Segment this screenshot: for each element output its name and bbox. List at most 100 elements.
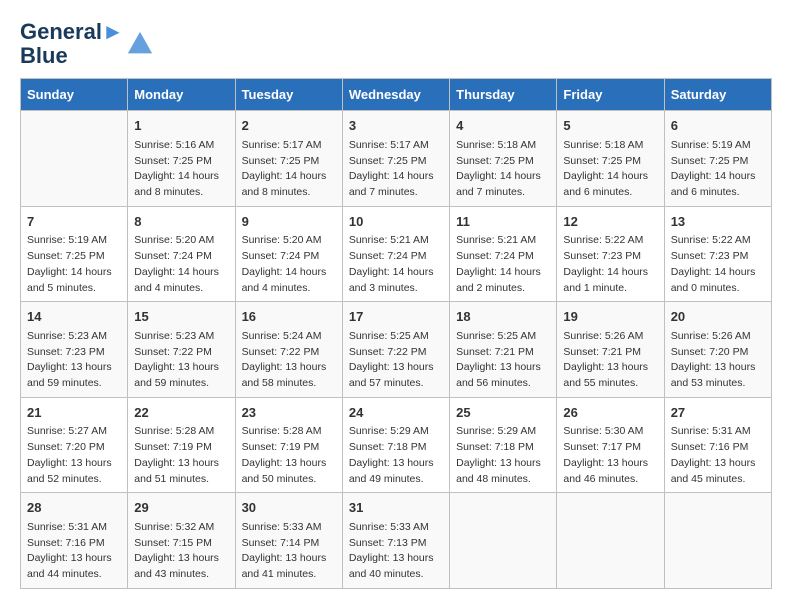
day-info: Sunrise: 5:32 AM Sunset: 7:15 PM Dayligh…: [134, 520, 228, 583]
day-info: Sunrise: 5:20 AM Sunset: 7:24 PM Dayligh…: [134, 233, 228, 296]
calendar-week-3: 14Sunrise: 5:23 AM Sunset: 7:23 PM Dayli…: [21, 302, 772, 398]
day-info: Sunrise: 5:31 AM Sunset: 7:16 PM Dayligh…: [27, 520, 121, 583]
calendar-cell: [557, 493, 664, 589]
day-info: Sunrise: 5:31 AM Sunset: 7:16 PM Dayligh…: [671, 424, 765, 487]
day-number: 14: [27, 307, 121, 327]
day-info: Sunrise: 5:19 AM Sunset: 7:25 PM Dayligh…: [671, 138, 765, 201]
weekday-header-wednesday: Wednesday: [342, 79, 449, 111]
calendar-cell: 12Sunrise: 5:22 AM Sunset: 7:23 PM Dayli…: [557, 206, 664, 302]
calendar-cell: 13Sunrise: 5:22 AM Sunset: 7:23 PM Dayli…: [664, 206, 771, 302]
calendar-cell: 5Sunrise: 5:18 AM Sunset: 7:25 PM Daylig…: [557, 111, 664, 207]
day-info: Sunrise: 5:22 AM Sunset: 7:23 PM Dayligh…: [563, 233, 657, 296]
weekday-header-saturday: Saturday: [664, 79, 771, 111]
day-number: 7: [27, 212, 121, 232]
calendar-cell: 24Sunrise: 5:29 AM Sunset: 7:18 PM Dayli…: [342, 397, 449, 493]
day-number: 24: [349, 403, 443, 423]
day-info: Sunrise: 5:33 AM Sunset: 7:14 PM Dayligh…: [242, 520, 336, 583]
day-info: Sunrise: 5:20 AM Sunset: 7:24 PM Dayligh…: [242, 233, 336, 296]
weekday-row: SundayMondayTuesdayWednesdayThursdayFrid…: [21, 79, 772, 111]
weekday-header-monday: Monday: [128, 79, 235, 111]
weekday-header-sunday: Sunday: [21, 79, 128, 111]
day-info: Sunrise: 5:29 AM Sunset: 7:18 PM Dayligh…: [456, 424, 550, 487]
day-info: Sunrise: 5:24 AM Sunset: 7:22 PM Dayligh…: [242, 329, 336, 392]
page-header: General►Blue: [20, 20, 772, 68]
day-number: 4: [456, 116, 550, 136]
day-info: Sunrise: 5:17 AM Sunset: 7:25 PM Dayligh…: [349, 138, 443, 201]
day-number: 22: [134, 403, 228, 423]
day-number: 6: [671, 116, 765, 136]
calendar-table: SundayMondayTuesdayWednesdayThursdayFrid…: [20, 78, 772, 589]
calendar-cell: 2Sunrise: 5:17 AM Sunset: 7:25 PM Daylig…: [235, 111, 342, 207]
calendar-cell: 22Sunrise: 5:28 AM Sunset: 7:19 PM Dayli…: [128, 397, 235, 493]
calendar-cell: 15Sunrise: 5:23 AM Sunset: 7:22 PM Dayli…: [128, 302, 235, 398]
logo: General►Blue: [20, 20, 154, 68]
day-number: 23: [242, 403, 336, 423]
day-number: 18: [456, 307, 550, 327]
calendar-cell: [450, 493, 557, 589]
calendar-week-1: 1Sunrise: 5:16 AM Sunset: 7:25 PM Daylig…: [21, 111, 772, 207]
day-info: Sunrise: 5:33 AM Sunset: 7:13 PM Dayligh…: [349, 520, 443, 583]
day-number: 10: [349, 212, 443, 232]
day-info: Sunrise: 5:18 AM Sunset: 7:25 PM Dayligh…: [456, 138, 550, 201]
calendar-cell: 19Sunrise: 5:26 AM Sunset: 7:21 PM Dayli…: [557, 302, 664, 398]
day-number: 8: [134, 212, 228, 232]
day-info: Sunrise: 5:16 AM Sunset: 7:25 PM Dayligh…: [134, 138, 228, 201]
calendar-cell: 1Sunrise: 5:16 AM Sunset: 7:25 PM Daylig…: [128, 111, 235, 207]
calendar-cell: 31Sunrise: 5:33 AM Sunset: 7:13 PM Dayli…: [342, 493, 449, 589]
day-number: 3: [349, 116, 443, 136]
day-info: Sunrise: 5:21 AM Sunset: 7:24 PM Dayligh…: [349, 233, 443, 296]
calendar-cell: 18Sunrise: 5:25 AM Sunset: 7:21 PM Dayli…: [450, 302, 557, 398]
logo-text: General►Blue: [20, 20, 124, 68]
calendar-cell: 28Sunrise: 5:31 AM Sunset: 7:16 PM Dayli…: [21, 493, 128, 589]
day-info: Sunrise: 5:25 AM Sunset: 7:22 PM Dayligh…: [349, 329, 443, 392]
weekday-header-tuesday: Tuesday: [235, 79, 342, 111]
day-number: 2: [242, 116, 336, 136]
day-number: 20: [671, 307, 765, 327]
calendar-cell: 27Sunrise: 5:31 AM Sunset: 7:16 PM Dayli…: [664, 397, 771, 493]
day-number: 5: [563, 116, 657, 136]
calendar-header: SundayMondayTuesdayWednesdayThursdayFrid…: [21, 79, 772, 111]
calendar-cell: 29Sunrise: 5:32 AM Sunset: 7:15 PM Dayli…: [128, 493, 235, 589]
calendar-cell: [664, 493, 771, 589]
day-number: 16: [242, 307, 336, 327]
day-number: 19: [563, 307, 657, 327]
calendar-cell: 16Sunrise: 5:24 AM Sunset: 7:22 PM Dayli…: [235, 302, 342, 398]
calendar-week-4: 21Sunrise: 5:27 AM Sunset: 7:20 PM Dayli…: [21, 397, 772, 493]
calendar-week-5: 28Sunrise: 5:31 AM Sunset: 7:16 PM Dayli…: [21, 493, 772, 589]
calendar-body: 1Sunrise: 5:16 AM Sunset: 7:25 PM Daylig…: [21, 111, 772, 589]
calendar-cell: 26Sunrise: 5:30 AM Sunset: 7:17 PM Dayli…: [557, 397, 664, 493]
calendar-cell: 6Sunrise: 5:19 AM Sunset: 7:25 PM Daylig…: [664, 111, 771, 207]
calendar-week-2: 7Sunrise: 5:19 AM Sunset: 7:25 PM Daylig…: [21, 206, 772, 302]
calendar-cell: 30Sunrise: 5:33 AM Sunset: 7:14 PM Dayli…: [235, 493, 342, 589]
day-number: 15: [134, 307, 228, 327]
day-number: 26: [563, 403, 657, 423]
calendar-cell: 20Sunrise: 5:26 AM Sunset: 7:20 PM Dayli…: [664, 302, 771, 398]
day-info: Sunrise: 5:18 AM Sunset: 7:25 PM Dayligh…: [563, 138, 657, 201]
day-info: Sunrise: 5:25 AM Sunset: 7:21 PM Dayligh…: [456, 329, 550, 392]
day-info: Sunrise: 5:23 AM Sunset: 7:23 PM Dayligh…: [27, 329, 121, 392]
day-info: Sunrise: 5:19 AM Sunset: 7:25 PM Dayligh…: [27, 233, 121, 296]
calendar-cell: 25Sunrise: 5:29 AM Sunset: 7:18 PM Dayli…: [450, 397, 557, 493]
day-number: 28: [27, 498, 121, 518]
day-info: Sunrise: 5:27 AM Sunset: 7:20 PM Dayligh…: [27, 424, 121, 487]
calendar-cell: 21Sunrise: 5:27 AM Sunset: 7:20 PM Dayli…: [21, 397, 128, 493]
calendar-cell: [21, 111, 128, 207]
calendar-cell: 4Sunrise: 5:18 AM Sunset: 7:25 PM Daylig…: [450, 111, 557, 207]
day-number: 17: [349, 307, 443, 327]
calendar-cell: 8Sunrise: 5:20 AM Sunset: 7:24 PM Daylig…: [128, 206, 235, 302]
day-info: Sunrise: 5:26 AM Sunset: 7:21 PM Dayligh…: [563, 329, 657, 392]
calendar-cell: 3Sunrise: 5:17 AM Sunset: 7:25 PM Daylig…: [342, 111, 449, 207]
weekday-header-friday: Friday: [557, 79, 664, 111]
calendar-cell: 17Sunrise: 5:25 AM Sunset: 7:22 PM Dayli…: [342, 302, 449, 398]
day-info: Sunrise: 5:30 AM Sunset: 7:17 PM Dayligh…: [563, 424, 657, 487]
day-info: Sunrise: 5:29 AM Sunset: 7:18 PM Dayligh…: [349, 424, 443, 487]
day-info: Sunrise: 5:26 AM Sunset: 7:20 PM Dayligh…: [671, 329, 765, 392]
day-info: Sunrise: 5:28 AM Sunset: 7:19 PM Dayligh…: [242, 424, 336, 487]
day-number: 25: [456, 403, 550, 423]
day-number: 30: [242, 498, 336, 518]
day-number: 9: [242, 212, 336, 232]
day-number: 11: [456, 212, 550, 232]
day-number: 29: [134, 498, 228, 518]
day-info: Sunrise: 5:17 AM Sunset: 7:25 PM Dayligh…: [242, 138, 336, 201]
day-number: 12: [563, 212, 657, 232]
